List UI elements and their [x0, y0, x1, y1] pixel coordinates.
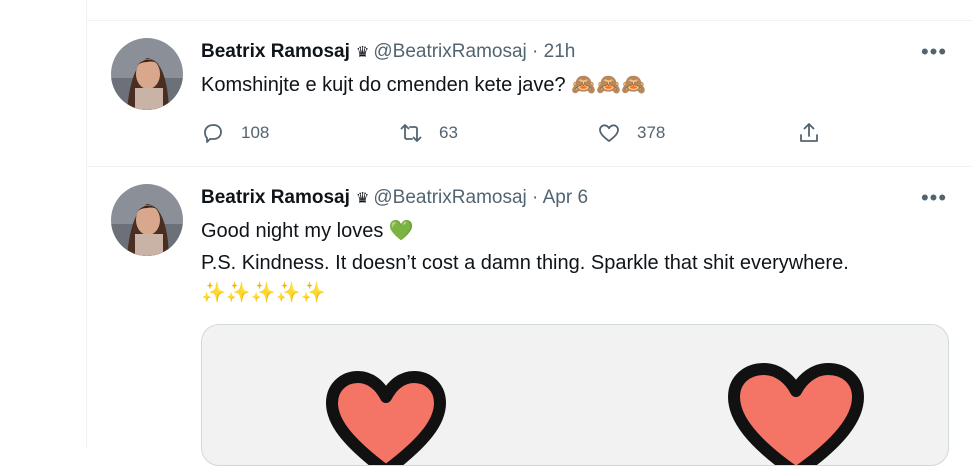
retweet-button[interactable]: 63 — [399, 118, 458, 148]
like-count: 378 — [637, 123, 666, 142]
tweet-actions: 108 63 378 — [201, 118, 921, 148]
timeline: Beatrix Ramosaj ♛ @BeatrixRamosaj · 21h ••… — [86, 0, 974, 466]
tweet-text-line-1: Good night my loves 💚 — [201, 220, 414, 242]
author-handle[interactable]: @BeatrixRamosaj — [373, 187, 526, 208]
like-button[interactable]: 378 — [597, 118, 665, 148]
more-icon[interactable]: ••• — [919, 41, 949, 68]
share-button[interactable] — [797, 118, 837, 148]
retweet-count: 63 — [439, 123, 458, 142]
heart-illustration-left — [326, 371, 446, 465]
author-name[interactable]: Beatrix Ramosaj — [201, 41, 350, 62]
avatar[interactable] — [111, 184, 183, 256]
reply-button[interactable]: 108 — [201, 118, 269, 148]
tweet-header: Beatrix Ramosaj ♛ @BeatrixRamosaj · 21h — [201, 40, 575, 65]
tweet-time[interactable]: 21h — [544, 41, 576, 62]
crown-icon: ♛ — [355, 44, 370, 61]
tweet-media[interactable] — [201, 324, 949, 466]
scrollbar-track[interactable] — [972, 0, 980, 448]
author-handle[interactable]: @BeatrixRamosaj — [373, 41, 526, 62]
tweet-1[interactable]: Beatrix Ramosaj ♛ @BeatrixRamosaj · 21h ••… — [87, 20, 973, 166]
reply-count: 108 — [241, 123, 270, 142]
author-name[interactable]: Beatrix Ramosaj — [201, 187, 350, 208]
tweet-text: Komshinjte e kujt do cmenden kete jave? … — [201, 74, 646, 96]
separator-dot: · — [532, 187, 539, 208]
share-icon — [800, 123, 818, 142]
retweet-icon — [400, 124, 422, 142]
more-icon[interactable]: ••• — [919, 187, 949, 214]
avatar[interactable] — [111, 38, 183, 110]
like-icon — [599, 124, 619, 142]
separator-dot: · — [532, 41, 539, 62]
tweet-text-line-2: P.S. Kindness. It doesn’t cost a damn th… — [201, 252, 849, 274]
crown-icon: ♛ — [355, 190, 370, 207]
heart-illustration-right — [728, 363, 864, 465]
tweet-header: Beatrix Ramosaj ♛ @BeatrixRamosaj · Apr 6 — [201, 186, 588, 211]
reply-icon — [204, 124, 222, 143]
tweet-time[interactable]: Apr 6 — [543, 187, 588, 208]
tweet-text-line-3: ✨✨✨✨✨ — [201, 282, 326, 304]
